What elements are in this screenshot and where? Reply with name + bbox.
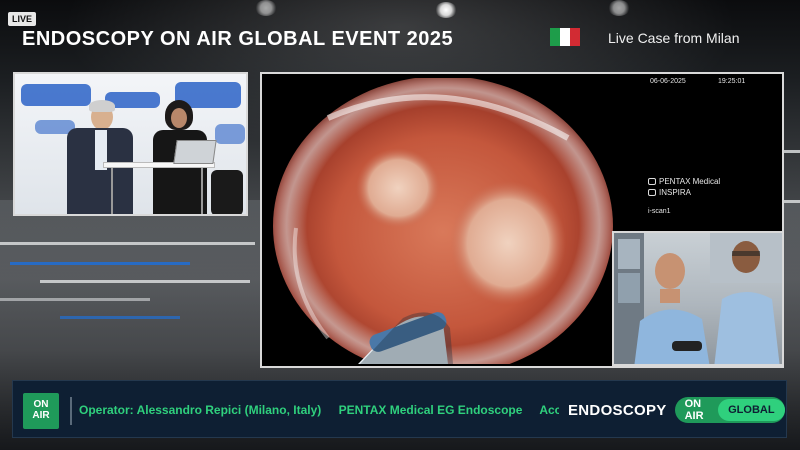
laptop: [173, 140, 217, 164]
endoscope-control: [672, 341, 702, 351]
scope-model-name: INSPIRA: [659, 188, 692, 197]
operator-scene: [614, 233, 782, 364]
desk-leg: [111, 168, 113, 214]
endoscopic-image: [268, 78, 614, 364]
scope-brand-block: PENTAX Medical INSPIRA: [648, 176, 720, 198]
desk-leg: [201, 168, 203, 214]
flag-stripe-green: [550, 28, 560, 46]
flag-stripe-red: [570, 28, 580, 46]
endoscope-view: [268, 78, 614, 364]
ceiling-light: [435, 2, 457, 18]
floor-stripe: [784, 150, 800, 153]
hospital-icon: [648, 189, 656, 196]
scope-time: 19:25:01: [718, 78, 746, 85]
lower-third-bar: ON AIR Operator: Alessandro Repici (Mila…: [12, 380, 787, 438]
brand-line: PENTAX Medical: [648, 176, 720, 187]
live-badge: LIVE: [8, 12, 36, 26]
floor-stripe: [0, 242, 255, 245]
ceiling-light: [255, 0, 277, 16]
on-air-logo: ON AIR: [23, 393, 59, 429]
flag-stripe-white: [560, 28, 570, 46]
ticker-item: Acces: [539, 403, 559, 417]
brand-line: INSPIRA: [648, 187, 720, 198]
camera-icon: [648, 178, 656, 185]
ticker-item: PENTAX Medical EG Endoscope: [338, 403, 523, 417]
italy-flag-icon: [550, 28, 580, 46]
ticker-item: Operator: Alessandro Repici (Milano, Ita…: [79, 403, 322, 417]
endoscopy-video-panel: 06-06-2025 19:25:01 PENTAX Medical INSPI…: [260, 72, 784, 368]
live-case-label: Live Case from Milan: [608, 30, 740, 46]
brand-on-air: ON AIR: [684, 398, 704, 422]
news-ticker: Operator: Alessandro Repici (Milano, Ita…: [79, 403, 559, 421]
lesion-area: [450, 181, 566, 305]
lesion-area: [356, 148, 440, 228]
floor-stripe: [60, 316, 180, 319]
on-air-global-pill: ON AIR GLOBAL: [674, 397, 785, 423]
logo-line-1: ON: [33, 399, 49, 410]
event-brand-bar: ENDOSCOPY ON AIR GLOBAL: [562, 391, 786, 429]
brand-global: GLOBAL: [718, 399, 785, 421]
floor-stripe: [0, 298, 150, 301]
world-map-graphic: [21, 84, 91, 106]
logo-line-2: AIR: [32, 410, 50, 421]
world-map-graphic: [215, 124, 245, 144]
studio-chair: [211, 170, 243, 214]
floor-stripe: [10, 262, 190, 265]
floor-stripe: [40, 280, 250, 283]
ceiling-light: [608, 0, 630, 16]
scope-date: 06-06-2025: [650, 78, 686, 85]
presenter-face: [171, 108, 187, 128]
presenter-hair: [89, 100, 115, 112]
ticker-divider: [70, 397, 72, 425]
scope-brand-name: PENTAX Medical: [659, 177, 721, 186]
scan-mode-label: i-scan1: [648, 208, 671, 215]
operator-camera-inset: [612, 231, 782, 366]
brand-endoscopy: ENDOSCOPY: [568, 401, 667, 419]
event-title: ENDOSCOPY ON AIR GLOBAL EVENT 2025: [22, 28, 454, 50]
studio-camera-panel: [13, 72, 248, 216]
floor-stripe: [784, 200, 800, 203]
